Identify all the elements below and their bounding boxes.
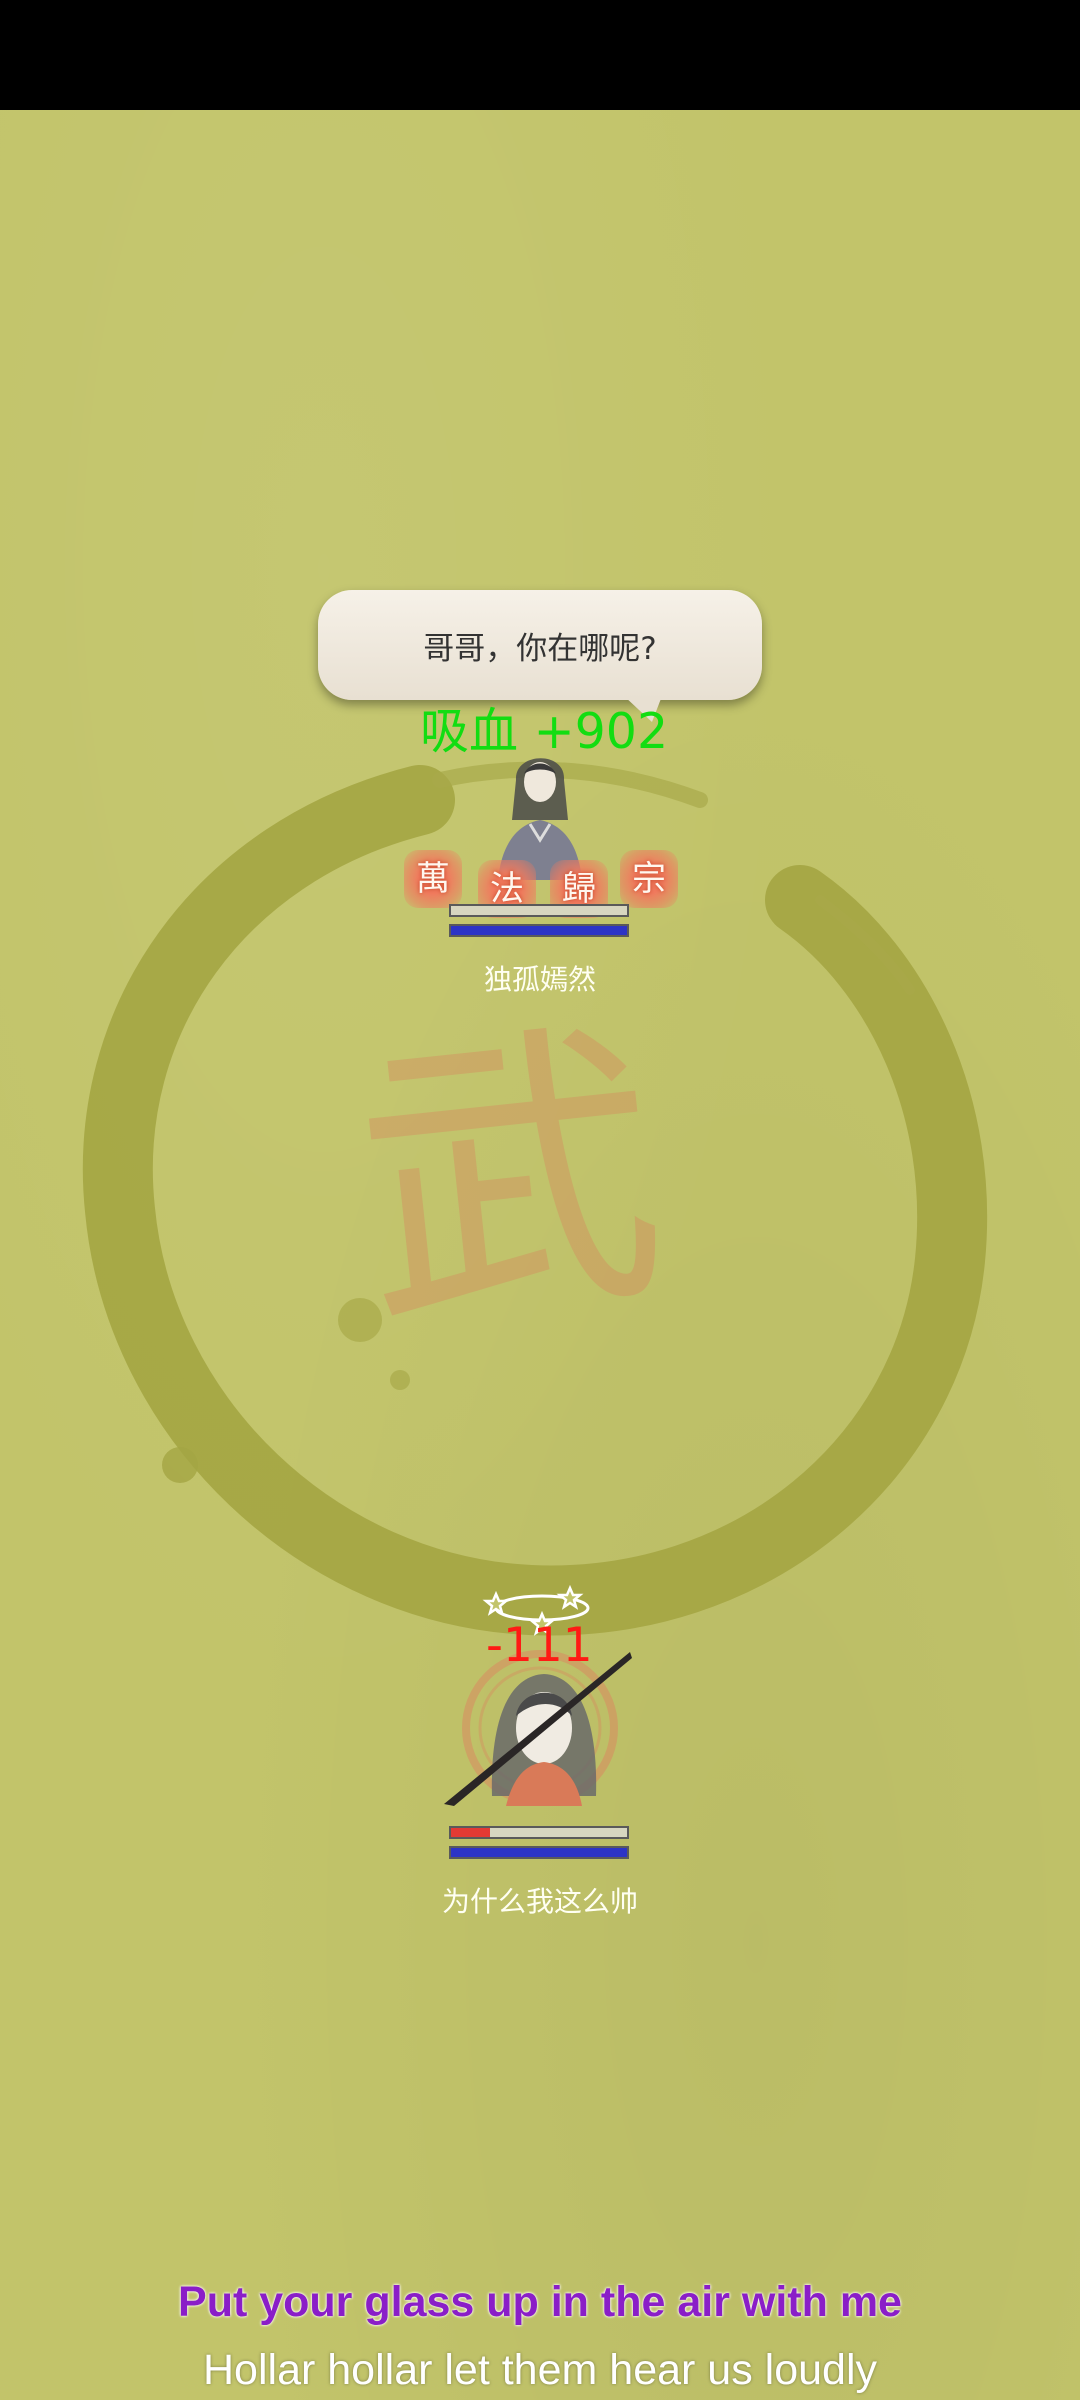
player-hp-fill (451, 1828, 490, 1837)
skill-seal-1: 萬 (404, 850, 462, 908)
player-mp-fill (451, 1848, 627, 1857)
player-mp-bar (449, 1846, 629, 1859)
enemy-hp-bar (449, 904, 629, 917)
skill-seal-4: 宗 (620, 850, 678, 908)
enemy-mp-bar (449, 924, 629, 937)
enemy-name: 独孤嫣然 (483, 963, 596, 996)
enemy-speech-bubble: 哥哥，你在哪呢? (318, 590, 762, 722)
enemy-mp-fill (451, 926, 627, 935)
lyric-line-next: Hollar hollar let them hear us loudly (203, 2346, 877, 2394)
status-bar (0, 0, 1080, 110)
player-hp-bar (449, 1826, 629, 1839)
wu-watermark-glyph: 武 (342, 990, 678, 1369)
player-name: 为什么我这么帅 (441, 1885, 638, 1918)
lyric-line-current: Put your glass up in the air with me (178, 2278, 902, 2326)
damage-taken-text: -111 (486, 1618, 593, 1673)
enemy-speech-text: 哥哥，你在哪呢? (423, 630, 657, 667)
